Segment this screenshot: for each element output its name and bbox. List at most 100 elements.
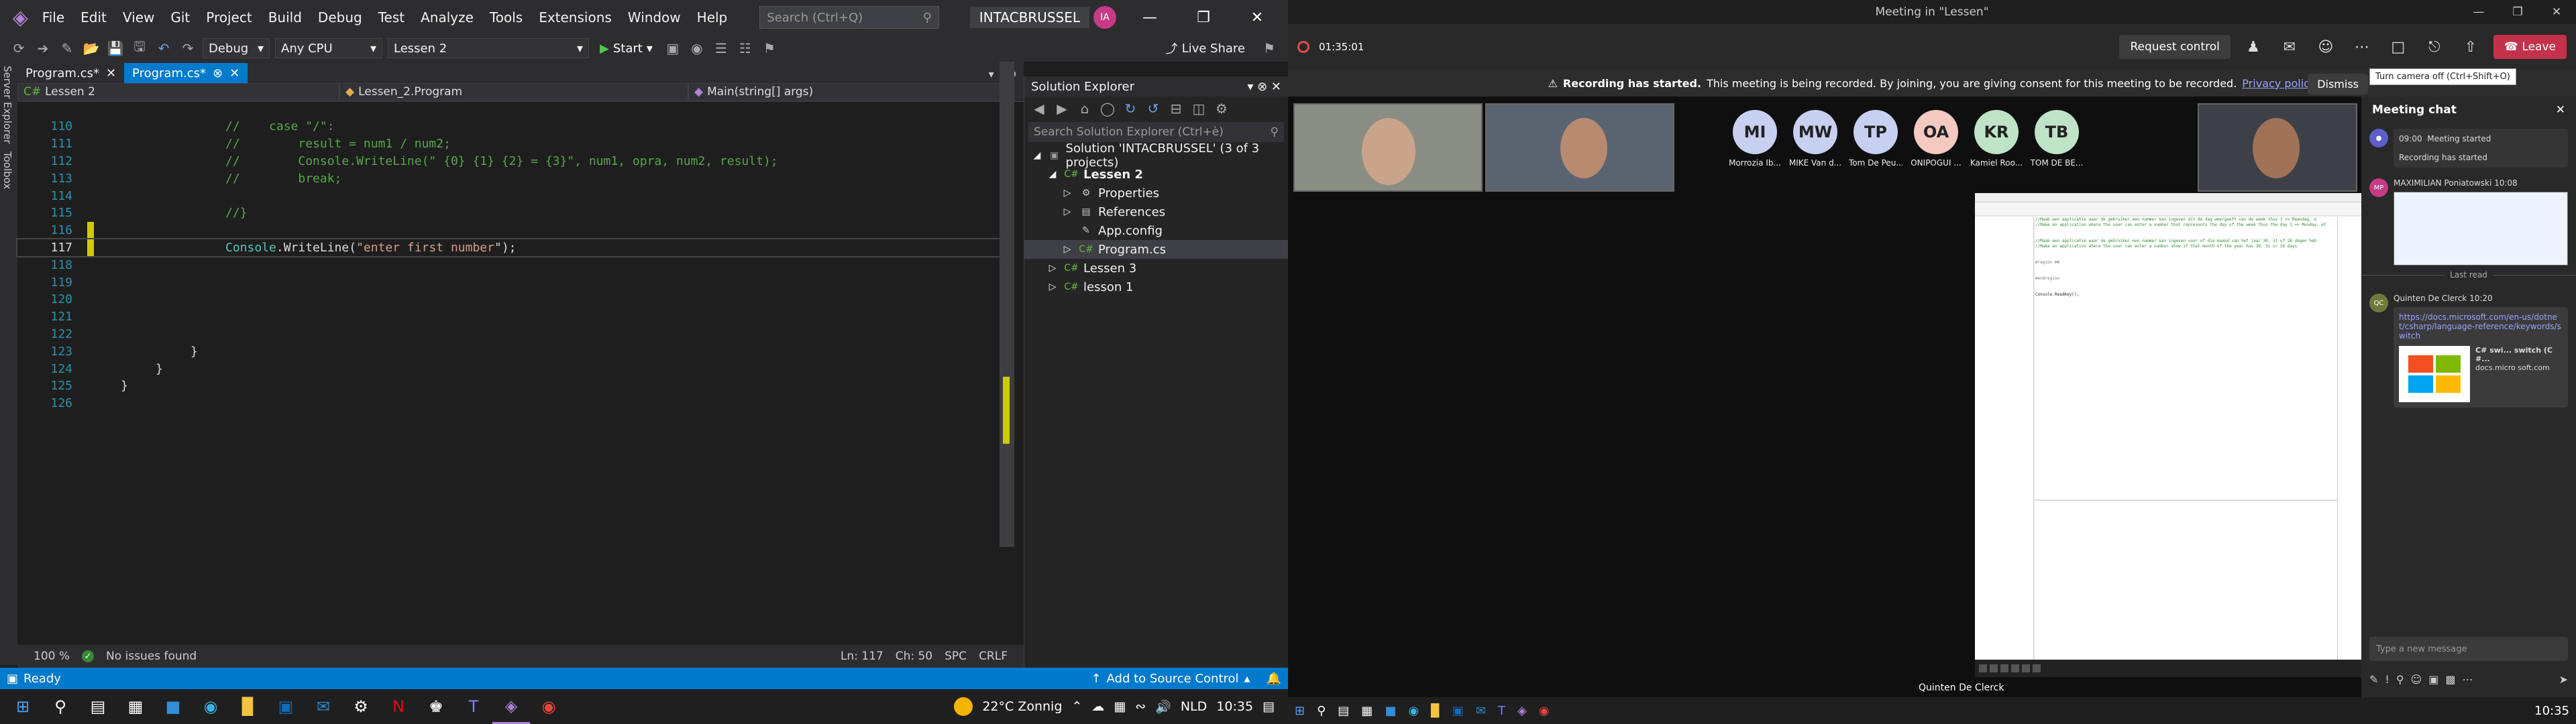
search-input[interactable]: Search (Ctrl+Q) ⚲ <box>759 6 939 29</box>
class-nav-select[interactable]: ◆ Lessen_2.Program <box>339 83 688 101</box>
solution-search-input[interactable]: Search Solution Explorer (Ctrl+è) ⚲ <box>1028 122 1284 142</box>
chat-message-input[interactable]: Type a new message <box>2369 637 2568 661</box>
language-indicator[interactable]: NLD <box>1181 699 1207 714</box>
search-icon[interactable]: ⚲ <box>1317 704 1326 718</box>
code-line[interactable]: 117 Console.WriteLine("enter first number… <box>16 237 1005 258</box>
video-tile-participant-2[interactable] <box>1485 103 1674 192</box>
code-line[interactable]: 110 // case "/": <box>17 118 1004 135</box>
expand-right-icon[interactable]: ▷ <box>1046 261 1059 275</box>
attach-icon[interactable]: ⚲ <box>2396 673 2404 686</box>
gif-icon[interactable]: ▣ <box>2428 673 2438 686</box>
edge-icon[interactable]: ◉ <box>192 689 229 724</box>
expand-down-icon[interactable]: ◢ <box>1031 149 1043 162</box>
properties-icon[interactable]: ⚙ <box>1212 101 1231 117</box>
code-line[interactable]: 118 <box>17 256 1004 274</box>
task-view-icon[interactable]: ▤ <box>1338 704 1349 718</box>
code-line[interactable]: 121 <box>17 308 1004 326</box>
restore-icon[interactable]: ❐ <box>1183 9 1224 26</box>
menu-item-analyze[interactable]: Analyze <box>413 7 482 28</box>
chevron-up-icon[interactable]: ⌃ <box>1071 699 1082 714</box>
edge-icon[interactable]: ◉ <box>1408 704 1419 718</box>
menu-item-project[interactable]: Project <box>198 7 260 28</box>
server-explorer-tab[interactable]: Server Explorer <box>0 62 15 147</box>
feedback-icon[interactable]: ⚑ <box>1260 40 1279 56</box>
participant-avatar[interactable]: TP Tom De Peu... <box>1849 110 1902 168</box>
vertical-scrollbar[interactable] <box>1000 62 1014 547</box>
menu-item-edit[interactable]: Edit <box>72 7 115 28</box>
close-icon[interactable]: ✕ <box>1237 9 1277 26</box>
wifi-icon[interactable]: ∾ <box>1135 699 1146 714</box>
tree-item[interactable]: ✎ App.config <box>1024 221 1288 240</box>
menu-item-help[interactable]: Help <box>689 7 736 28</box>
collapse-icon[interactable]: ⊟ <box>1167 101 1185 117</box>
menu-item-extensions[interactable]: Extensions <box>531 7 620 28</box>
close-icon[interactable]: ✕ <box>2537 0 2576 24</box>
home-icon[interactable]: ⌂ <box>1075 101 1094 117</box>
share-screen-icon[interactable]: ⇧ <box>2457 39 2484 56</box>
code-line[interactable]: 120 <box>17 291 1004 308</box>
screenshot-thumbnail[interactable] <box>2394 192 2568 265</box>
redo-icon[interactable]: ↷ <box>178 40 197 56</box>
zoom-level[interactable]: 100 % <box>34 650 70 663</box>
search-icon[interactable]: ⚲ <box>42 689 79 724</box>
minimize-icon[interactable]: — <box>2459 0 2498 24</box>
tree-item[interactable]: ▷ C# Lessen 3 <box>1024 259 1288 278</box>
code-line[interactable]: 115 //} <box>17 204 1004 222</box>
menu-item-view[interactable]: View <box>115 7 162 28</box>
chat-icon[interactable]: ✉ <box>2276 39 2303 56</box>
task-view-icon[interactable]: ▤ <box>79 689 117 724</box>
bookmark-icon[interactable]: ⚑ <box>760 40 779 56</box>
clock[interactable]: 10:35 <box>2534 704 2569 718</box>
startup-project-select[interactable]: Lessen 2 ▾ <box>388 38 589 58</box>
code-line[interactable]: 116 <box>17 221 1004 239</box>
tree-item[interactable]: ▷ C# lesson 1 <box>1024 278 1288 296</box>
message-link[interactable]: https://docs.microsoft.com/en-us/dotnet/… <box>2399 312 2561 341</box>
menu-item-test[interactable]: Test <box>370 7 413 28</box>
browser-icon[interactable]: ▣ <box>663 40 682 56</box>
code-line[interactable]: 111 // result = num1 / num2; <box>17 135 1004 153</box>
expand-right-icon[interactable]: ▷ <box>1061 186 1074 200</box>
teams-icon[interactable]: T <box>1498 704 1505 718</box>
code-line[interactable]: 123} <box>17 343 1004 360</box>
back-icon[interactable]: ⟳ <box>9 40 28 56</box>
start-button[interactable]: ▶ Start ▾ <box>594 42 658 56</box>
store-icon[interactable]: ▣ <box>1452 704 1464 718</box>
live-share-button[interactable]: ⤴ Live Share <box>1166 40 1245 57</box>
store-icon[interactable]: ▣ <box>267 689 305 724</box>
code-line[interactable]: 112 // Console.WriteLine(" {0} {1} {2} = … <box>17 153 1004 170</box>
leave-button[interactable]: ☎ Leave <box>2493 35 2567 59</box>
refresh-icon[interactable]: ↺ <box>1144 101 1163 117</box>
app-icon[interactable]: ■ <box>1385 704 1396 718</box>
app-icon[interactable]: ■ <box>154 689 192 724</box>
back-icon[interactable]: ◀ <box>1030 101 1049 117</box>
participant-avatar[interactable]: TB TOM DE BE... <box>2030 110 2084 168</box>
visual-studio-icon[interactable]: ◈ <box>492 689 530 724</box>
display-icon[interactable]: ▦ <box>1114 699 1126 714</box>
tree-item[interactable]: ▷ ⚙ Properties <box>1024 184 1288 202</box>
close-icon[interactable]: ✕ <box>229 66 239 80</box>
volume-icon[interactable]: 🔊 <box>1155 699 1171 715</box>
code-line[interactable]: 113 // break; <box>17 170 1004 187</box>
weather-text[interactable]: 22°C Zonnig <box>982 699 1062 714</box>
reactions-icon[interactable]: ☺ <box>2312 39 2339 56</box>
mic-icon[interactable]: ⎋ <box>2421 39 2448 56</box>
format-icon[interactable]: ☰ <box>712 40 731 56</box>
participant-avatar[interactable]: OA ONIPOGUI ... <box>1909 110 1963 168</box>
send-icon[interactable]: ➤ <box>2559 673 2568 686</box>
menu-item-build[interactable]: Build <box>260 7 310 28</box>
more-icon[interactable]: ⋯ <box>2462 673 2473 686</box>
request-control-button[interactable]: Request control <box>2119 35 2231 59</box>
visual-studio-icon[interactable]: ◈ <box>1517 704 1527 718</box>
code-line[interactable]: 122 <box>17 326 1004 343</box>
participants-icon[interactable]: ♟ <box>2240 39 2267 56</box>
project-nav-select[interactable]: C# Lessen 2 <box>17 83 339 101</box>
add-to-source-control-button[interactable]: ↑ Add to Source Control ▴ <box>1091 672 1250 686</box>
mail-icon[interactable]: ✉ <box>1476 704 1486 718</box>
platform-select[interactable]: Any CPU ▾ <box>275 38 382 58</box>
tab-program-cs-2[interactable]: Program.cs* ⊗ ✕ <box>124 63 248 83</box>
close-icon[interactable]: ▾ ⊗ ✕ <box>1247 80 1281 94</box>
video-tile-presenter[interactable] <box>2198 103 2357 192</box>
open-icon[interactable]: 📂 <box>82 40 101 56</box>
settings-icon[interactable]: ⚙ <box>342 689 380 724</box>
save-icon[interactable]: 💾 <box>106 40 125 56</box>
